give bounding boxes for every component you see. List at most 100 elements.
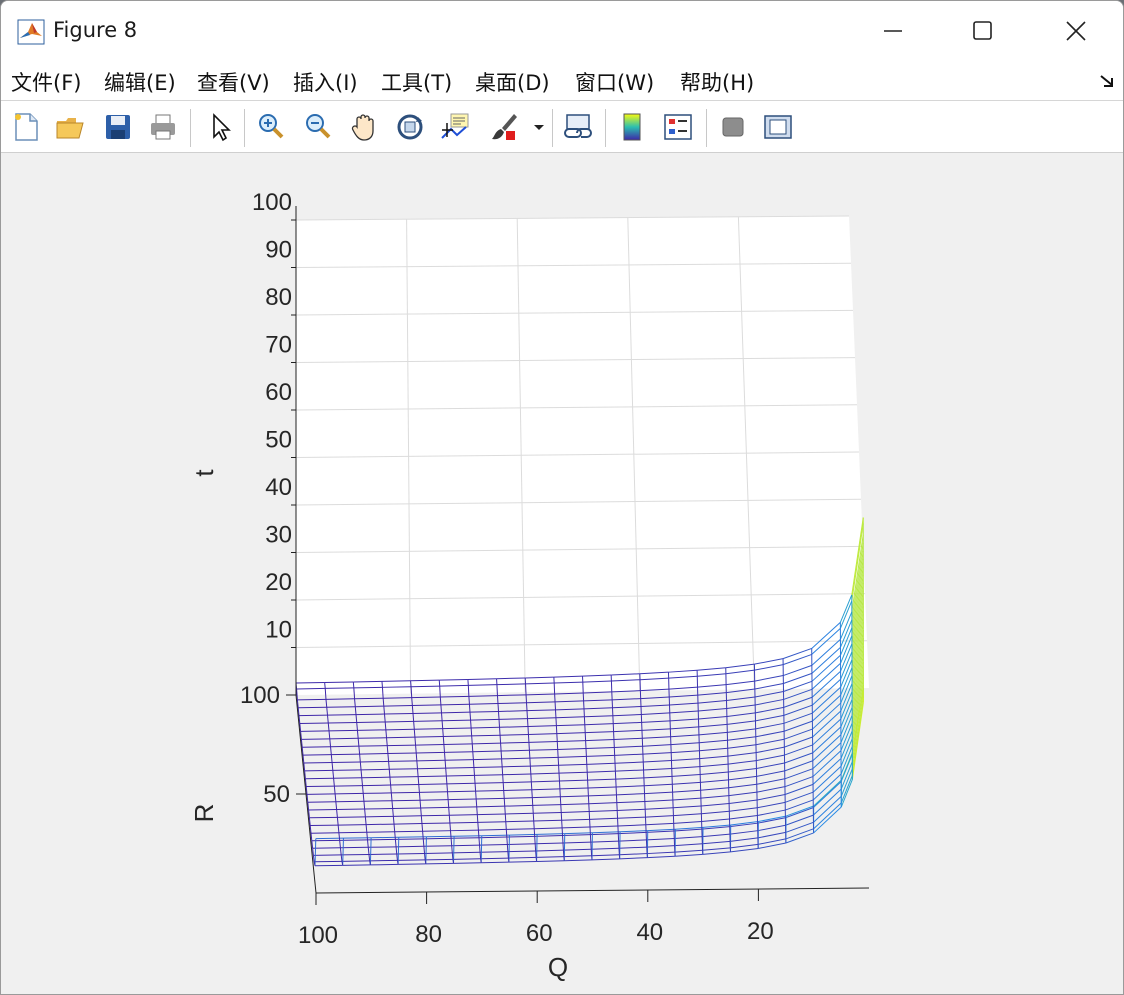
brush-icon — [492, 114, 517, 140]
mesh-line — [507, 851, 509, 859]
mesh-line — [785, 791, 814, 803]
minimize-button[interactable] — [846, 1, 940, 61]
mesh-line — [702, 847, 731, 851]
mesh-line — [386, 745, 389, 754]
mesh-line — [812, 694, 842, 722]
colorbar-button[interactable] — [615, 110, 649, 144]
mesh-line — [391, 799, 421, 802]
open-file-button[interactable] — [53, 110, 87, 144]
mesh-line — [500, 733, 529, 736]
mesh-line — [439, 696, 442, 705]
edit-plot-button[interactable] — [203, 110, 237, 144]
mesh-plot[interactable]: 100 90 80 70 60 50 40 30 20 10 100 50 100 80 60 40 20 Q Rt — [3, 153, 1122, 993]
figure-canvas[interactable]: 100 90 80 70 60 50 40 30 20 10 100 50 100 80 60 40 20 Q Rt — [3, 153, 1122, 993]
close-button[interactable] — [1029, 1, 1123, 61]
mesh-line — [536, 856, 564, 858]
zoom-in-button[interactable] — [254, 110, 288, 144]
mesh-line — [812, 702, 842, 730]
toolbar-separator — [244, 109, 245, 147]
mesh-line — [697, 700, 727, 704]
mesh-line — [612, 713, 642, 717]
legend-button[interactable] — [661, 110, 695, 144]
menu-tools[interactable]: 工具(T) — [381, 67, 452, 97]
print-icon — [151, 114, 175, 140]
mesh-line — [840, 730, 853, 759]
menu-desktop[interactable]: 桌面(D) — [475, 67, 550, 97]
mesh-line — [355, 705, 384, 708]
mesh-line — [328, 730, 331, 739]
menu-file[interactable]: 文件(F) — [11, 67, 81, 97]
mesh-line — [443, 735, 472, 738]
show-plot-tools-button[interactable] — [761, 110, 795, 144]
maximize-button[interactable] — [936, 1, 1030, 61]
mesh-line — [563, 855, 592, 858]
rotate-3d-button[interactable] — [393, 110, 427, 144]
mesh-line — [643, 775, 673, 779]
mesh-line — [333, 786, 336, 794]
mesh-line — [413, 729, 416, 738]
mesh-line — [300, 730, 330, 732]
mesh-line — [415, 752, 418, 761]
mesh-line — [557, 748, 587, 750]
mesh-line — [476, 797, 505, 800]
dock-arrow-icon[interactable] — [1099, 73, 1115, 89]
menu-window[interactable]: 窗口(W) — [575, 67, 654, 97]
brush-dropdown-button[interactable] — [529, 110, 549, 144]
mesh-line — [333, 777, 362, 779]
mesh-line — [647, 828, 676, 832]
mesh-line — [448, 798, 477, 801]
mesh-line — [501, 758, 503, 767]
mesh-line — [369, 860, 371, 865]
menu-help[interactable]: 帮助(H) — [680, 67, 754, 97]
menu-insert[interactable]: 插入(I) — [293, 67, 358, 97]
mesh-line — [812, 726, 842, 754]
z-tick-label: 30 — [265, 522, 292, 549]
mesh-line — [387, 744, 416, 747]
mesh-line — [812, 734, 842, 762]
mesh-line — [389, 777, 392, 786]
mesh-line — [840, 722, 853, 751]
mesh-line — [729, 807, 758, 812]
mesh-line — [614, 745, 643, 748]
zoom-out-button[interactable] — [301, 110, 335, 144]
mesh-line — [590, 840, 619, 843]
mesh-line — [583, 699, 613, 702]
z-tick-label: 40 — [265, 474, 292, 501]
mesh-line — [441, 711, 471, 714]
hide-plot-tools-button[interactable] — [716, 110, 750, 144]
mesh-line — [506, 844, 509, 852]
mesh-line — [529, 748, 558, 751]
mesh-line — [672, 797, 701, 801]
mesh-line — [423, 845, 452, 847]
pan-button[interactable] — [347, 110, 381, 144]
mesh-line — [354, 706, 357, 715]
mesh-line — [411, 697, 413, 706]
mesh-line — [698, 708, 727, 712]
brush-button[interactable] — [487, 110, 521, 144]
new-figure-button[interactable] — [9, 110, 43, 144]
mesh-line — [728, 767, 757, 773]
menu-edit[interactable]: 编辑(E) — [104, 67, 176, 97]
mesh-line — [586, 762, 616, 765]
mesh-line — [397, 837, 400, 865]
mesh-line — [416, 751, 445, 754]
link-plot-button[interactable] — [561, 110, 595, 144]
menu-view[interactable]: 查看(V) — [197, 67, 270, 97]
mesh-line — [412, 704, 441, 707]
mesh-line — [508, 860, 537, 863]
mesh-line — [499, 718, 528, 720]
save-button[interactable] — [101, 110, 135, 144]
data-cursor-button[interactable] — [438, 110, 472, 144]
y-tick-label: 100 — [240, 682, 280, 709]
mesh-line — [755, 730, 785, 738]
mesh-line — [812, 781, 842, 808]
mesh-line — [310, 833, 313, 841]
toolbar-separator — [706, 109, 707, 147]
mesh-line — [618, 831, 647, 835]
mesh-line — [367, 847, 370, 855]
mesh-line — [392, 808, 394, 817]
print-button[interactable] — [146, 110, 180, 144]
mesh-line — [501, 749, 530, 752]
mesh-line — [531, 788, 560, 791]
mesh-line — [502, 773, 531, 776]
